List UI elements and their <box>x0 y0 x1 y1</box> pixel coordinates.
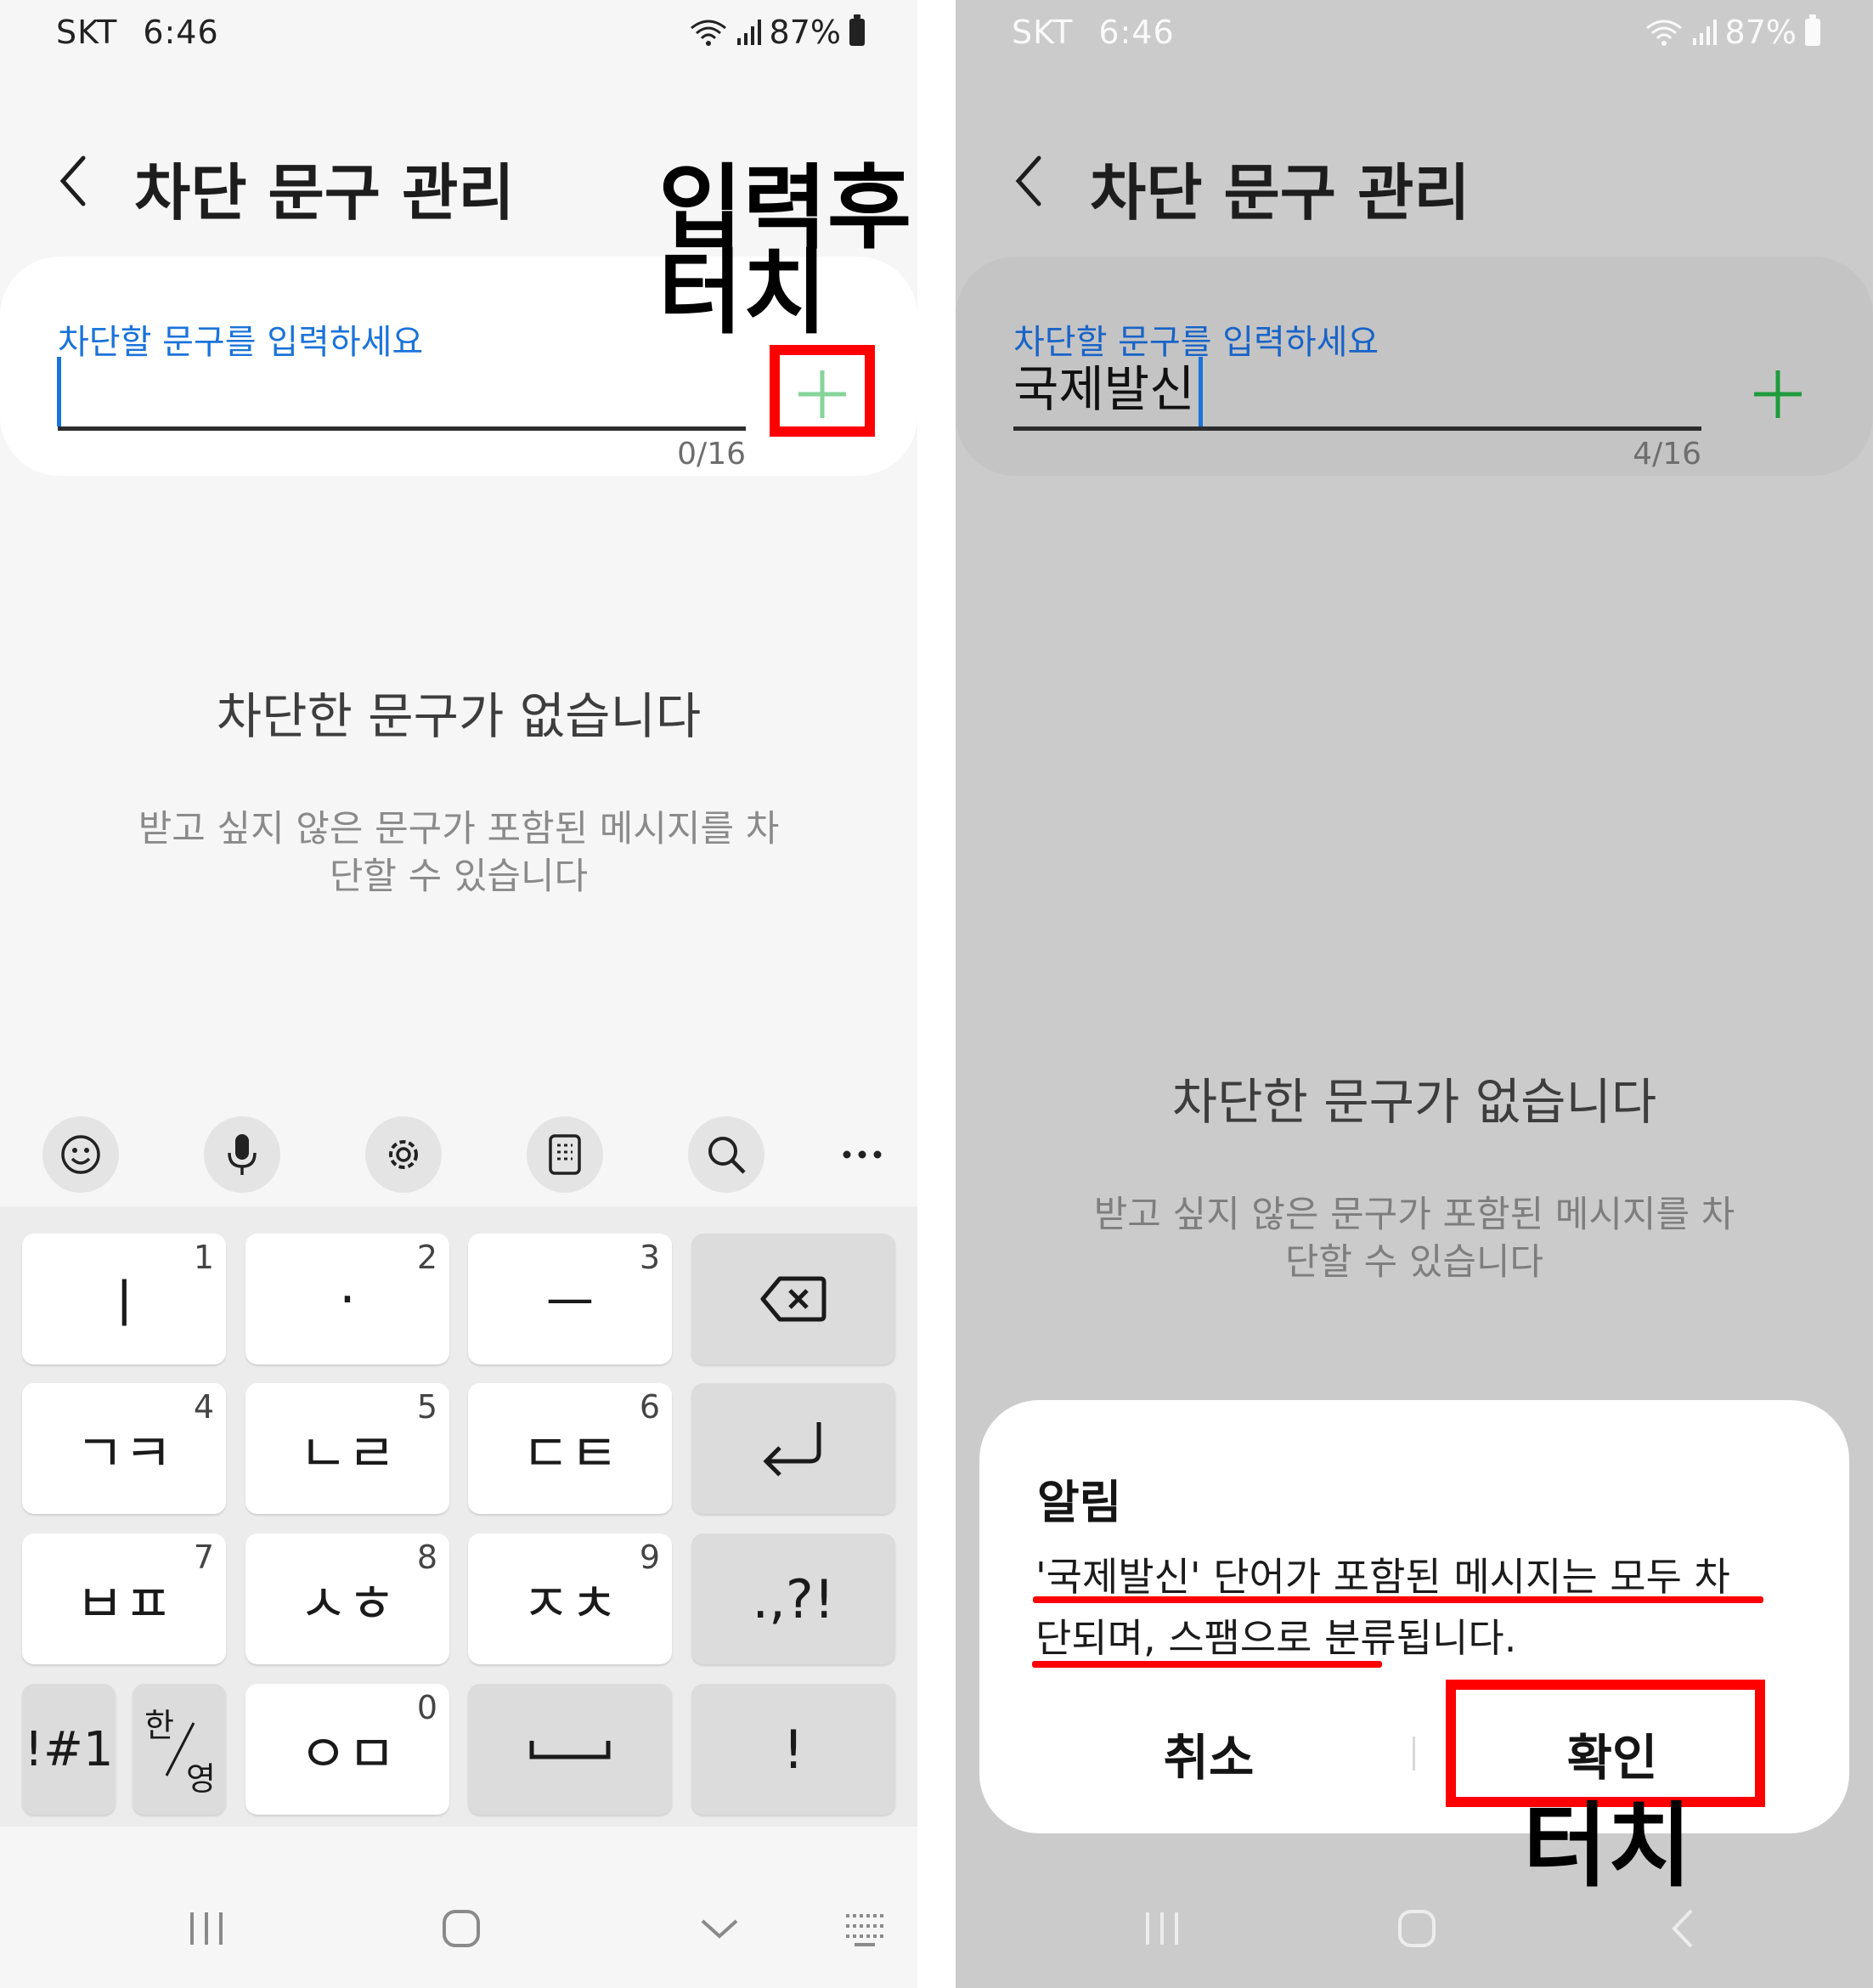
dialog-button-divider <box>1413 1737 1415 1771</box>
signal-icon <box>1692 20 1717 45</box>
microphone-icon <box>228 1134 257 1175</box>
empty-state-desc-2: 단할 수 있습니다 <box>1284 1241 1544 1284</box>
clipboard-button[interactable] <box>527 1116 603 1193</box>
carrier-label: SKT <box>1012 14 1074 51</box>
key-2[interactable]: · 2 <box>245 1234 449 1364</box>
keyboard: ㅣ1 · 2 ㅡ3 ㄱㅋ 4 ㄴㄹ 5 ㄷㅌ 6 ㅂㅍ 7 ㅅㅎ 8 ㅈㅊ 9 .,?! !#… <box>0 1206 917 1827</box>
battery-percent: 87% <box>769 14 841 51</box>
phrase-input[interactable]: 국제발신 <box>1013 355 1194 423</box>
empty-state-title: 차단한 문구가 없습니다 <box>1171 1073 1657 1131</box>
annotation-box-confirm <box>1446 1680 1765 1807</box>
enter-key[interactable] <box>691 1383 895 1514</box>
annotation-underline-2 <box>1032 1661 1382 1668</box>
status-icons: 87% <box>1645 14 1820 51</box>
recent-apps-icon[interactable] <box>1141 1907 1183 1950</box>
keyboard-toolbar <box>0 1104 917 1206</box>
voice-button[interactable] <box>204 1116 280 1193</box>
backspace-key[interactable] <box>691 1234 895 1364</box>
nav-bar-right <box>956 1873 1873 1988</box>
annotation-box-plus <box>770 345 875 437</box>
home-icon[interactable] <box>440 1907 482 1950</box>
key-9[interactable]: ㅈㅊ 9 <box>468 1533 672 1664</box>
empty-state-desc-1: 받고 싶지 않은 문구가 포함된 메시지를 차 <box>1093 1194 1735 1236</box>
page-title: 차단 문구 관리 <box>1090 157 1470 229</box>
status-bar-right: SKT 6:46 <box>1012 14 1175 51</box>
backspace-icon <box>760 1276 826 1322</box>
text-cursor <box>57 357 61 426</box>
annotation-underline-1 <box>1033 1596 1763 1603</box>
back-arrow-icon[interactable] <box>1008 151 1051 211</box>
key-1[interactable]: ㅣ1 <box>22 1234 226 1364</box>
punctuation-key[interactable]: .,?! <box>691 1533 895 1664</box>
battery-icon <box>1805 14 1820 46</box>
dialog-message: '국제발신' 단어가 포함된 메시지는 모두 차 단되며, 스팸으로 분류됩니다… <box>1035 1546 1800 1669</box>
empty-state-title: 차단한 문구가 없습니다 <box>216 687 702 745</box>
empty-state-desc-1: 받고 싶지 않은 문구가 포함된 메시지를 차 <box>138 808 780 850</box>
settings-button[interactable] <box>365 1116 442 1193</box>
search-button[interactable] <box>688 1116 764 1193</box>
key-3[interactable]: ㅡ3 <box>468 1234 672 1364</box>
keyboard-switch-icon[interactable] <box>843 1907 887 1950</box>
wifi-icon <box>690 20 726 46</box>
annotation-label-1: 입력후 <box>658 155 912 262</box>
key-0[interactable]: ㅇㅁ 0 <box>245 1684 449 1815</box>
dialog-title: 알림 <box>1037 1476 1122 1529</box>
left-screen: SKT 6:46 87% 차단 문구 관리 차단할 문구를 입력하세요 0/16 … <box>0 0 917 1988</box>
more-dots-icon <box>843 1150 882 1159</box>
text-cursor <box>1199 357 1203 426</box>
status-bar-left: SKT 6:46 <box>56 14 219 51</box>
back-arrow-icon[interactable] <box>53 151 95 211</box>
empty-state-desc-2: 단할 수 있습니다 <box>329 856 589 898</box>
key-8[interactable]: ㅅㅎ 8 <box>245 1533 449 1664</box>
add-phrase-plus-icon[interactable] <box>1751 367 1805 421</box>
signal-icon <box>736 20 761 45</box>
page-title: 차단 문구 관리 <box>134 157 515 229</box>
search-icon <box>708 1137 746 1174</box>
input-underline <box>1013 426 1701 431</box>
status-time: 6:46 <box>1098 14 1175 51</box>
char-counter: 0/16 <box>677 437 746 472</box>
space-key[interactable] <box>468 1684 672 1815</box>
space-icon <box>529 1741 611 1759</box>
keypad-icon <box>549 1134 581 1175</box>
input-underline <box>58 426 746 431</box>
hide-keyboard-chevron-icon[interactable] <box>698 1907 741 1950</box>
recent-apps-icon[interactable] <box>185 1907 228 1950</box>
wifi-icon <box>1645 20 1682 46</box>
symbols-key[interactable]: !#1 <box>22 1684 116 1815</box>
battery-percent: 87% <box>1724 14 1797 51</box>
input-label: 차단할 문구를 입력하세요 <box>58 323 424 362</box>
gear-icon <box>389 1140 418 1169</box>
language-key[interactable]: 한 영 <box>133 1684 226 1815</box>
cancel-button[interactable]: 취소 <box>1022 1711 1396 1796</box>
exclaim-key[interactable]: ! <box>691 1684 895 1815</box>
back-nav-icon[interactable] <box>1662 1907 1705 1950</box>
carrier-label: SKT <box>56 14 118 51</box>
key-4[interactable]: ㄱㅋ 4 <box>22 1383 226 1514</box>
home-icon[interactable] <box>1396 1907 1438 1950</box>
key-7[interactable]: ㅂㅍ 7 <box>22 1533 226 1664</box>
annotation-label-2: 터치 <box>658 240 827 347</box>
char-counter: 4/16 <box>1633 437 1701 472</box>
emoji-button[interactable] <box>42 1116 119 1193</box>
more-button[interactable] <box>824 1116 900 1193</box>
key-6[interactable]: ㄷㅌ 6 <box>468 1383 672 1514</box>
nav-bar-left <box>0 1873 917 1988</box>
status-icons: 87% <box>690 14 865 51</box>
dialog-message-line-2: 단되며, 스팸으로 분류됩니다. <box>1035 1615 1517 1661</box>
emoji-icon <box>61 1135 100 1174</box>
enter-icon <box>763 1422 821 1477</box>
key-5[interactable]: ㄴㄹ 5 <box>245 1383 449 1514</box>
right-screen: SKT 6:46 87% 차단 문구 관리 차단할 문구를 입력하세요 국제발신 … <box>956 0 1873 1988</box>
battery-icon <box>849 14 865 46</box>
status-time: 6:46 <box>143 14 219 51</box>
